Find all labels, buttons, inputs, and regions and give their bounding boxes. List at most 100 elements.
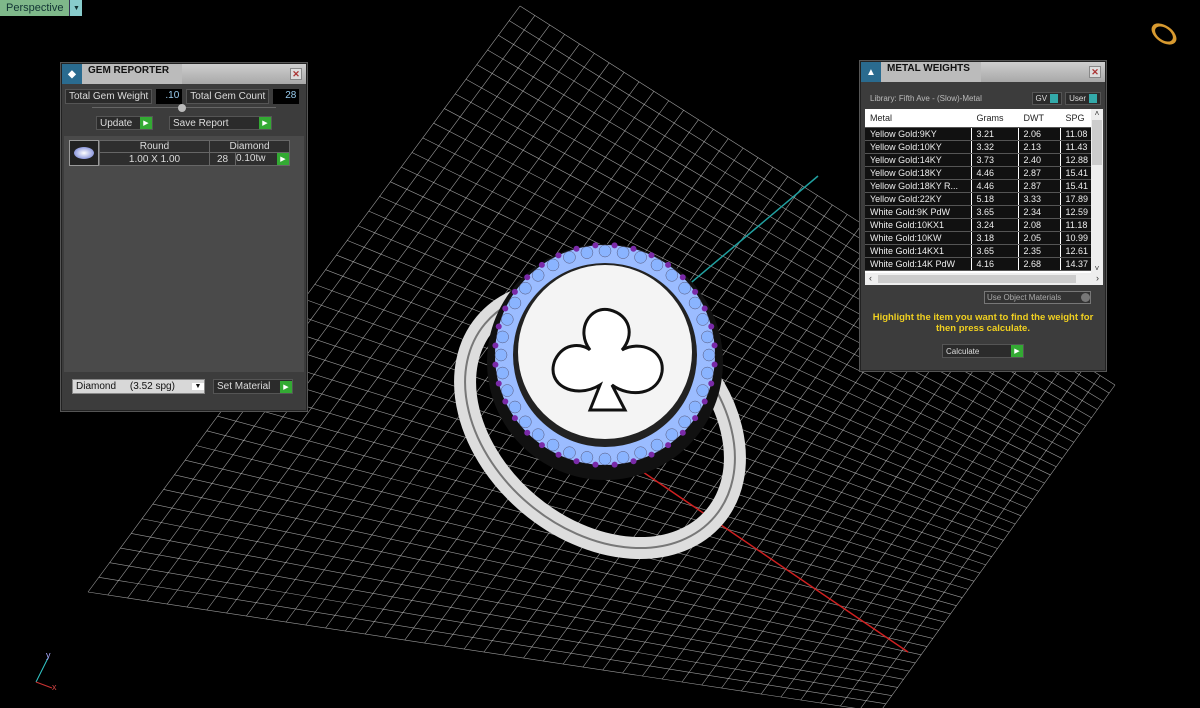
table-row[interactable]: White Gold:14KX1 3.65 2.35 12.61 (865, 244, 1092, 258)
gem-stone (580, 451, 594, 464)
grid-line (840, 365, 1086, 707)
gem-stone (563, 251, 576, 264)
table-cell: 15.41 (1060, 166, 1092, 180)
gem-prong (492, 342, 499, 349)
gem-prong (665, 442, 672, 449)
gem-stone (546, 438, 560, 452)
gem-stone (580, 246, 594, 259)
gem-stone (678, 281, 691, 295)
table-cell: 12.59 (1060, 205, 1092, 219)
calculate-button[interactable]: Calculate ▶ (942, 344, 1024, 358)
gem-stone (494, 348, 508, 362)
gem-stone (496, 330, 509, 344)
user-toggle[interactable]: User (1065, 92, 1101, 105)
gem-prong (492, 361, 499, 368)
set-material-button[interactable]: Set Material ▶ (213, 379, 293, 394)
column-header[interactable]: Grams (971, 109, 1019, 128)
table-row[interactable]: Yellow Gold:14KY 3.73 2.40 12.88 (865, 153, 1092, 167)
table-cell: 2.87 (1018, 179, 1061, 193)
table-cell: 11.43 (1060, 140, 1092, 154)
table-row[interactable]: Yellow Gold:10KY 3.32 2.13 11.43 (865, 140, 1092, 154)
table-cell: 3.73 (971, 153, 1019, 167)
gem-prong (511, 415, 518, 422)
metal-weights-titlebar[interactable]: ▲ METAL WEIGHTS ✕ (861, 62, 1105, 82)
gem-reporter-titlebar[interactable]: ◆ GEM REPORTER ✕ (62, 64, 306, 84)
table-row[interactable]: White Gold:9K PdW 3.65 2.34 12.59 (865, 205, 1092, 219)
gem-stone (531, 269, 545, 282)
play-icon: ▶ (1011, 345, 1023, 357)
horizontal-scrollbar[interactable]: ‹ › (865, 273, 1103, 285)
close-icon[interactable]: ✕ (1089, 66, 1101, 78)
table-row[interactable]: White Gold:10KX1 3.24 2.08 11.18 (865, 218, 1092, 232)
gem-prong (511, 288, 518, 295)
gem-prong (692, 415, 699, 422)
table-cell: 2.06 (1018, 127, 1061, 141)
round-gem-icon (69, 140, 99, 166)
gem-stone (701, 330, 714, 344)
gem-stone (688, 400, 702, 414)
gem-prong (524, 429, 531, 436)
gem-list: Round Diamond 1.00 X 1.00 28 0.10tw ▶ (64, 136, 304, 372)
table-row[interactable]: Yellow Gold:22KY 5.18 3.33 17.89 (865, 192, 1092, 206)
vertical-scrollbar[interactable]: ˄ ˅ (1091, 109, 1103, 273)
table-row[interactable]: Yellow Gold:18KY R... 4.46 2.87 15.41 (865, 179, 1092, 193)
view-mode-dropdown[interactable]: Perspective ▼ (0, 0, 83, 16)
table-cell: 2.87 (1018, 166, 1061, 180)
axis-gizmo: y x (28, 650, 58, 692)
table-cell: 14.37 (1060, 257, 1092, 271)
grid-line (882, 384, 1116, 708)
gem-stone (496, 366, 509, 380)
table-row[interactable]: White Gold:10KW 3.18 2.05 10.99 (865, 231, 1092, 245)
table-row[interactable]: Yellow Gold:9KY 3.21 2.06 11.08 (865, 127, 1092, 141)
gv-toggle[interactable]: GV (1031, 92, 1063, 105)
grid-line (131, 533, 904, 680)
gem-prong (495, 380, 502, 387)
grid-line (800, 346, 1056, 701)
table-cell: 3.21 (971, 127, 1019, 141)
gem-prong (711, 361, 718, 368)
gem-prong (573, 458, 580, 465)
gem-prong (648, 451, 655, 458)
gem-stone (546, 258, 560, 272)
gem-prong (555, 451, 562, 458)
table-row[interactable]: Yellow Gold:18KY 4.46 2.87 15.41 (865, 166, 1092, 180)
table-row[interactable]: White Gold:14K PdW 4.16 2.68 14.37 (865, 257, 1092, 271)
material-select[interactable]: Diamond (3.52 spg) ▼ (72, 379, 205, 394)
play-icon: ▶ (280, 380, 292, 393)
table-cell: 10.99 (1060, 231, 1092, 245)
gem-stone (531, 428, 545, 441)
play-icon[interactable]: ▶ (277, 153, 289, 165)
table-cell: 2.40 (1018, 153, 1061, 167)
library-label: Library: Fifth Ave - (Slow)-Metal (870, 94, 982, 103)
gem-prong (495, 323, 502, 330)
table-cell: 3.33 (1018, 192, 1061, 206)
gem-stone (688, 296, 702, 310)
gem-prong (573, 245, 580, 252)
table-cell: 3.65 (971, 205, 1019, 219)
table-cell: Yellow Gold:18KY R... (865, 179, 972, 193)
column-header[interactable]: DWT (1018, 109, 1061, 128)
gem-stone (696, 313, 709, 326)
table-cell: 2.05 (1018, 231, 1061, 245)
gem-prong (701, 398, 708, 405)
column-header[interactable]: Metal (865, 109, 972, 128)
gem-row[interactable]: Round Diamond 1.00 X 1.00 28 0.10tw ▶ (69, 140, 299, 166)
save-report-button[interactable]: Save Report ▶ (169, 116, 272, 130)
gem-stone (696, 384, 709, 397)
materials-select[interactable]: Use Object Materials (984, 291, 1091, 304)
chevron-down-icon: ▼ (192, 383, 204, 390)
update-button[interactable]: Update ▶ (96, 116, 153, 130)
table-cell: White Gold:14K PdW (865, 257, 972, 271)
table-cell: 3.24 (971, 218, 1019, 232)
splitter-handle[interactable] (92, 104, 276, 113)
close-icon[interactable]: ✕ (290, 68, 302, 80)
view-mode-label: Perspective (6, 2, 64, 14)
column-header[interactable]: SPG (1060, 109, 1092, 128)
gem-prong (679, 429, 686, 436)
metal-table-container: Metal Grams DWT SPG Yellow Gold:9KY 3.21 2.06 1… (865, 109, 1103, 285)
chevron-down-icon[interactable]: ▼ (69, 0, 83, 16)
gem-prong (592, 242, 599, 249)
table-cell: 2.34 (1018, 205, 1061, 219)
gem-prong (611, 242, 618, 249)
gem-prong (502, 305, 509, 312)
